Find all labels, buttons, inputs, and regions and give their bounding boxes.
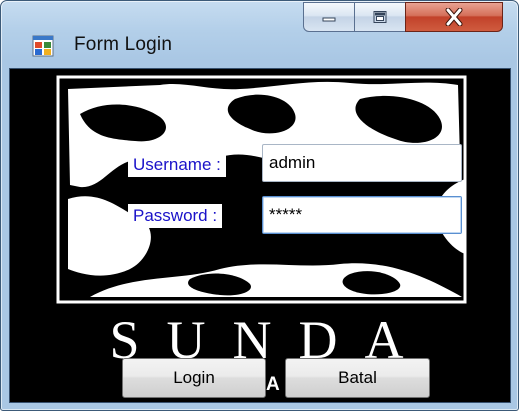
login-button[interactable]: Login [122,358,266,398]
close-icon [445,8,463,26]
username-label: Username : [128,153,226,177]
window-title: Form Login [74,34,173,55]
password-input[interactable] [262,196,462,234]
maximize-button[interactable] [354,2,406,32]
cancel-button[interactable]: Batal [285,358,430,398]
maximize-icon [373,11,387,23]
form-client-area: Username : Password : SUNDA Login A Bata… [9,68,511,403]
minimize-button[interactable] [303,2,355,32]
password-label: Password : [128,204,223,228]
stray-letter: A [266,374,280,395]
title-bar[interactable]: Form Login [1,1,518,67]
close-button[interactable] [405,2,503,32]
app-icon [32,35,54,57]
caption-buttons [303,2,503,32]
username-input[interactable] [262,144,462,182]
minimize-icon [322,17,336,22]
login-window: Form Login Username: admin Password: *… [0,0,519,411]
